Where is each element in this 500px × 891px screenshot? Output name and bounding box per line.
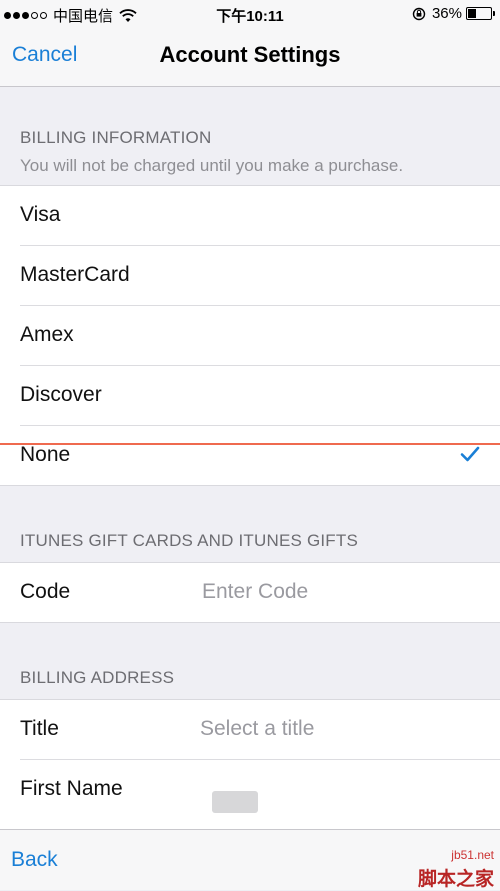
payment-option-label: Amex <box>20 323 74 346</box>
battery-icon <box>466 7 495 20</box>
payment-option-label: None <box>20 443 71 466</box>
payment-option-mastercard[interactable]: MasterCard <box>20 246 500 306</box>
navigation-bar: Cancel Account Settings <box>0 28 500 87</box>
gift-code-group: Code Enter Code <box>0 562 500 623</box>
payment-option-label: MasterCard <box>20 263 130 286</box>
billing-section-header: BILLING INFORMATION <box>20 128 212 147</box>
payment-option-discover[interactable]: Discover <box>20 366 500 426</box>
status-right: 36% <box>412 5 495 22</box>
first-name-input[interactable] <box>212 791 258 813</box>
battery-fill <box>468 9 476 18</box>
payment-option-none[interactable]: None <box>20 426 500 485</box>
payment-method-list: Visa MasterCard Amex Discover None <box>0 185 500 486</box>
checkmark-icon <box>460 446 480 462</box>
payment-option-label: Visa <box>20 203 61 226</box>
rotation-lock-icon <box>412 7 426 20</box>
status-bar: 中国电信 下午10:11 36% <box>0 0 500 28</box>
back-button[interactable]: Back <box>11 848 58 872</box>
code-label: Code <box>20 580 71 603</box>
gift-section-header: ITUNES GIFT CARDS AND ITUNES GIFTS <box>20 531 359 550</box>
first-name-row[interactable]: First Name <box>20 760 500 830</box>
payment-option-label: Discover <box>20 383 102 406</box>
page-title: Account Settings <box>159 42 341 67</box>
title-label: Title <box>20 717 59 740</box>
gift-code-row[interactable]: Code Enter Code <box>20 563 500 622</box>
payment-option-amex[interactable]: Amex <box>20 306 500 366</box>
battery-percent: 36% <box>431 5 462 22</box>
address-section-header: BILLING ADDRESS <box>20 668 175 687</box>
watermark-site: jb51.net <box>451 848 494 862</box>
title-row[interactable]: Title Select a title <box>20 700 500 760</box>
billing-section-note: You will not be charged until you make a… <box>20 156 404 175</box>
highlight-divider <box>0 443 500 445</box>
payment-option-visa[interactable]: Visa <box>20 186 500 246</box>
title-select[interactable]: Select a title <box>200 717 314 741</box>
code-input[interactable]: Enter Code <box>202 580 308 604</box>
watermark-name: 脚本之家 <box>417 869 494 890</box>
first-name-label: First Name <box>20 777 123 800</box>
